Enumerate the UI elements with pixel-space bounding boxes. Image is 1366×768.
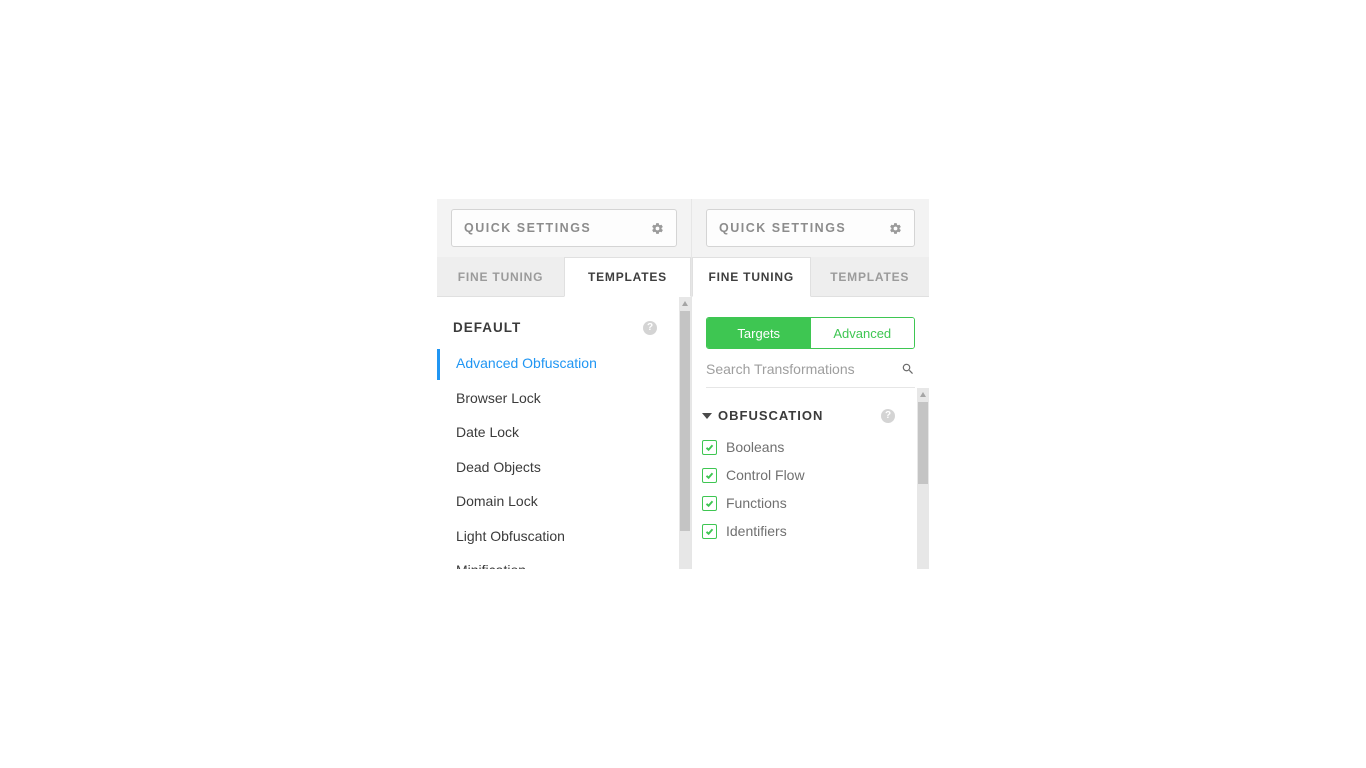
template-item-advanced-obfuscation[interactable]: Advanced Obfuscation (437, 349, 679, 380)
templates-content: DEFAULT ? Advanced Obfuscation Browser L… (437, 297, 691, 569)
group-title: OBFUSCATION (718, 408, 875, 423)
search-row (706, 361, 915, 388)
panel-templates: QUICK SETTINGS FINE TUNING TEMPLATES DEF… (437, 199, 692, 569)
transform-label: Functions (726, 495, 787, 511)
template-item-date-lock[interactable]: Date Lock (437, 418, 679, 449)
template-item-minification[interactable]: Minification (437, 556, 679, 569)
group-header-obfuscation[interactable]: OBFUSCATION ? (692, 388, 917, 429)
template-item-dead-objects[interactable]: Dead Objects (437, 453, 679, 484)
transform-item-identifiers[interactable]: Identifiers (702, 517, 917, 545)
quick-settings-label: QUICK SETTINGS (719, 221, 846, 235)
fine-tuning-content: Targets Advanced OBFUSCATION ? (692, 297, 929, 569)
help-icon[interactable]: ? (643, 321, 657, 335)
template-item-light-obfuscation[interactable]: Light Obfuscation (437, 522, 679, 553)
scrollbar-thumb[interactable] (918, 402, 928, 484)
caret-down-icon (702, 413, 712, 419)
transform-label: Identifiers (726, 523, 787, 539)
scrollbar-left[interactable] (679, 297, 691, 569)
scrollbar-right[interactable] (917, 388, 929, 569)
template-item-browser-lock[interactable]: Browser Lock (437, 384, 679, 415)
transform-item-control-flow[interactable]: Control Flow (702, 461, 917, 489)
search-input[interactable] (706, 361, 901, 377)
transform-item-booleans[interactable]: Booleans (702, 433, 917, 461)
tab-fine-tuning[interactable]: FINE TUNING (437, 257, 564, 296)
transform-scroll: OBFUSCATION ? Booleans (692, 388, 917, 569)
segment-advanced[interactable]: Advanced (811, 318, 915, 348)
gear-icon (651, 222, 664, 235)
segment-targets[interactable]: Targets (707, 318, 811, 348)
tabs-row-right: FINE TUNING TEMPLATES (692, 257, 929, 297)
tab-fine-tuning[interactable]: FINE TUNING (692, 257, 811, 297)
quick-settings-row-right: QUICK SETTINGS (692, 199, 929, 257)
check-icon (705, 471, 714, 480)
quick-settings-label: QUICK SETTINGS (464, 221, 591, 235)
tabs-row-left: FINE TUNING TEMPLATES (437, 257, 691, 297)
section-title: DEFAULT (453, 320, 521, 335)
segmented-control: Targets Advanced (706, 317, 915, 349)
transform-body: OBFUSCATION ? Booleans (692, 388, 929, 569)
transform-label: Control Flow (726, 467, 805, 483)
quick-settings-button[interactable]: QUICK SETTINGS (706, 209, 915, 247)
tab-templates[interactable]: TEMPLATES (564, 257, 691, 297)
dual-panel: QUICK SETTINGS FINE TUNING TEMPLATES DEF… (437, 199, 929, 569)
template-list: Advanced Obfuscation Browser Lock Date L… (437, 349, 679, 569)
gear-icon (889, 222, 902, 235)
transformation-list: Booleans Control Flow Func (692, 429, 917, 545)
scrollbar-thumb[interactable] (680, 311, 690, 531)
transform-label: Booleans (726, 439, 784, 455)
tab-templates[interactable]: TEMPLATES (811, 257, 930, 296)
quick-settings-button[interactable]: QUICK SETTINGS (451, 209, 677, 247)
check-icon (705, 499, 714, 508)
segment-wrap: Targets Advanced (692, 297, 929, 349)
check-icon (705, 527, 714, 536)
transform-item-functions[interactable]: Functions (702, 489, 917, 517)
check-icon (705, 443, 714, 452)
checkbox[interactable] (702, 440, 717, 455)
templates-section-header: DEFAULT ? (437, 297, 679, 349)
quick-settings-row-left: QUICK SETTINGS (437, 199, 691, 257)
search-icon[interactable] (901, 362, 915, 376)
help-icon[interactable]: ? (881, 409, 895, 423)
checkbox[interactable] (702, 524, 717, 539)
checkbox[interactable] (702, 496, 717, 511)
template-item-domain-lock[interactable]: Domain Lock (437, 487, 679, 518)
panel-fine-tuning: QUICK SETTINGS FINE TUNING TEMPLATES Tar… (692, 199, 929, 569)
templates-scroll: DEFAULT ? Advanced Obfuscation Browser L… (437, 297, 679, 569)
checkbox[interactable] (702, 468, 717, 483)
